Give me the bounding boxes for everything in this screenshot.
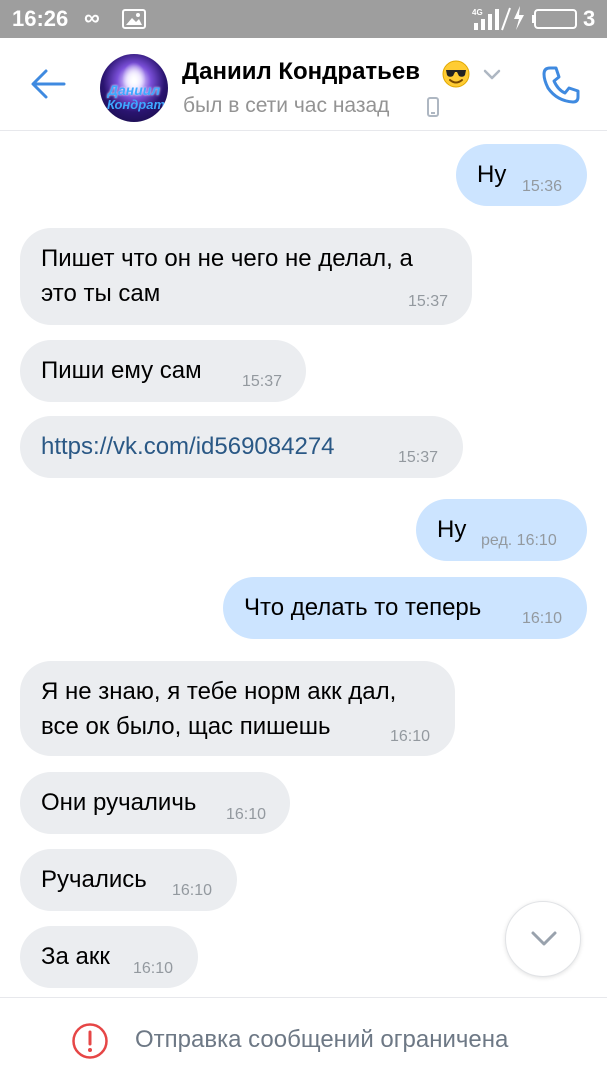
phone-call-icon[interactable]: [540, 64, 582, 106]
battery-level: 3: [583, 6, 596, 31]
message-incoming[interactable]: Пиши ему сам 15:37: [20, 340, 306, 402]
message-list[interactable]: Ну 15:36 Пишет что он не чего не делал, …: [0, 131, 607, 996]
composer-restricted-bar: Отправка сообщений ограничена: [0, 997, 607, 1080]
message-text: Ну: [477, 161, 507, 188]
message-text: Они ручаличь: [41, 789, 197, 816]
chevron-down-icon[interactable]: [483, 69, 501, 81]
message-time: ред. 16:10: [481, 532, 557, 549]
chat-header: Даниил Кондрат Даниил Кондратьев был в с…: [0, 38, 607, 131]
scroll-down-button[interactable]: [505, 901, 581, 977]
status-time: 16:26: [12, 6, 69, 31]
network-type: 4G: [472, 8, 483, 17]
avatar-text-2: Кондрат: [106, 97, 166, 112]
message-text-line-1: Пишет что он не чего не делал, а: [41, 245, 413, 272]
chevron-down-icon: [531, 931, 557, 946]
message-link[interactable]: https://vk.com/id569084274: [41, 428, 335, 465]
signal-icon: 4G: [472, 6, 524, 31]
message-text: Ручались: [41, 866, 147, 893]
message-incoming[interactable]: За акк 16:10: [20, 926, 198, 988]
message-time: 15:37: [398, 449, 439, 466]
message-outgoing[interactable]: Ну 15:36: [456, 144, 587, 206]
message-text-line-1: Я не знаю, я тебе норм акк дал,: [41, 678, 397, 705]
message-incoming[interactable]: Они ручаличь 16:10: [20, 772, 290, 834]
message-time: 16:10: [390, 728, 431, 745]
restriction-text: Отправка сообщений ограничена: [135, 1026, 509, 1053]
avatar-text: Даниил: [107, 82, 161, 98]
message-time: 15:37: [408, 293, 449, 310]
battery-icon: [532, 9, 577, 29]
message-incoming[interactable]: Ручались 16:10: [20, 849, 237, 911]
message-time: 16:10: [226, 806, 267, 823]
message-text: Что делать то теперь: [244, 594, 482, 621]
message-text: Ну: [437, 516, 467, 543]
avatar[interactable]: Даниил Кондрат: [100, 54, 168, 122]
message-time: 16:10: [133, 960, 174, 977]
message-outgoing-edited[interactable]: Ну ред. 16:10: [416, 499, 587, 561]
mobile-phone-icon: [427, 97, 439, 117]
message-text: Пиши ему сам: [41, 357, 202, 384]
message-incoming[interactable]: Я не знаю, я тебе норм акк дал, все ок б…: [20, 661, 455, 756]
image-icon: [122, 9, 146, 29]
message-incoming[interactable]: Пишет что он не чего не делал, а это ты …: [20, 228, 472, 325]
contact-name[interactable]: Даниил Кондратьев: [182, 58, 420, 86]
message-text-line-2: все ок было, щас пишешь: [41, 713, 331, 740]
back-arrow-icon[interactable]: [28, 66, 68, 102]
message-time: 15:37: [242, 373, 283, 390]
message-text-line-2: это ты сам: [41, 280, 161, 307]
warning-icon: [72, 1023, 108, 1059]
smiling-face-with-sunglasses-icon: [442, 60, 470, 88]
infinity-icon: ∞: [84, 5, 100, 30]
message-time: 15:36: [522, 178, 563, 195]
status-bar: 16:26 ∞ 4G 3: [0, 0, 607, 38]
contact-status: был в сети час назад: [183, 94, 390, 117]
message-text: За акк: [41, 943, 110, 970]
message-time: 16:10: [172, 882, 213, 899]
message-time: 16:10: [522, 610, 563, 627]
message-outgoing[interactable]: Что делать то теперь 16:10: [223, 577, 587, 639]
message-incoming-link[interactable]: https://vk.com/id569084274 15:37: [20, 416, 463, 478]
